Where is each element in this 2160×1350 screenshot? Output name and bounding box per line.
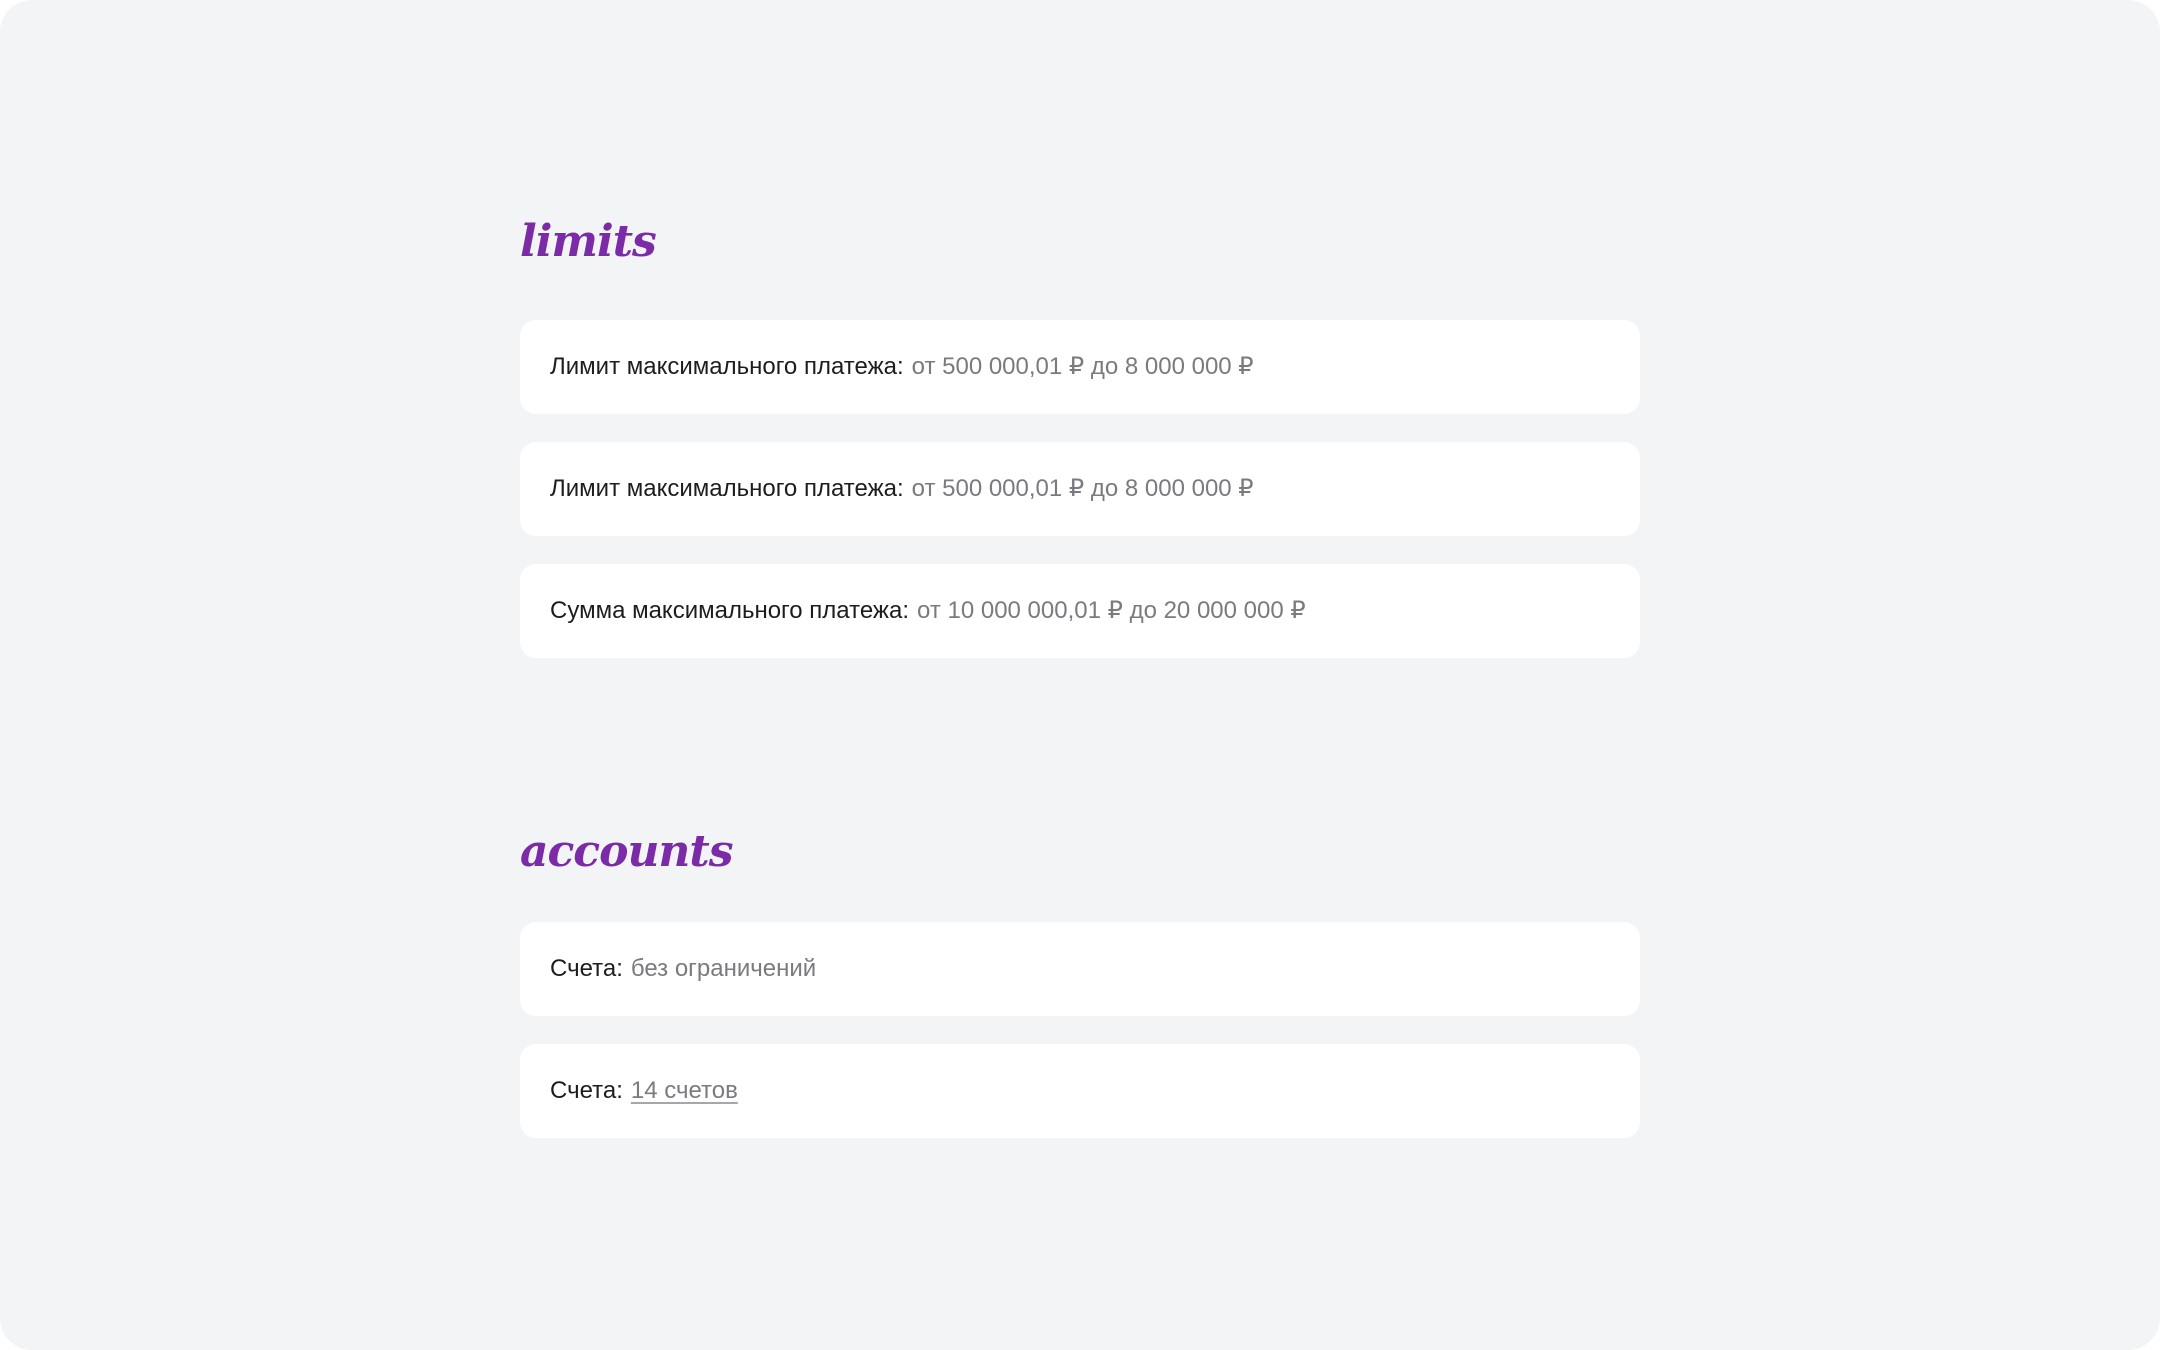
limit-label: Лимит максимального платежа: (550, 353, 904, 380)
limit-label: Лимит максимального платежа: (550, 475, 904, 502)
accounts-label: Счета: (550, 955, 623, 982)
limit-value: от 500 000,01 ₽ до 8 000 000 ₽ (911, 475, 1254, 502)
accounts-card: Счета: 14 счетов (520, 1044, 1640, 1138)
limit-card: Лимит максимального платежа: от 500 000,… (520, 442, 1640, 536)
limit-value: от 10 000 000,01 ₽ до 20 000 000 ₽ (917, 597, 1306, 624)
accounts-section: accounts Счета: без ограничений Счета: 1… (520, 822, 1640, 1166)
accounts-label: Счета: (550, 1077, 623, 1104)
limit-label: Сумма максимального платежа: (550, 597, 909, 624)
accounts-value: без ограничений (630, 955, 817, 982)
accounts-card: Счета: без ограничений (520, 922, 1640, 1016)
limits-section: limits Лимит максимального платежа: от 5… (520, 212, 1640, 686)
limit-value: от 500 000,01 ₽ до 8 000 000 ₽ (911, 353, 1254, 380)
accounts-section-title: accounts (520, 826, 734, 877)
limit-card: Сумма максимального платежа: от 10 000 0… (520, 564, 1640, 658)
accounts-count-link[interactable]: 14 счетов (631, 1076, 738, 1106)
limits-section-title: limits (520, 216, 657, 267)
limit-card: Лимит максимального платежа: от 500 000,… (520, 320, 1640, 414)
page-canvas: limits Лимит максимального платежа: от 5… (0, 0, 2160, 1350)
